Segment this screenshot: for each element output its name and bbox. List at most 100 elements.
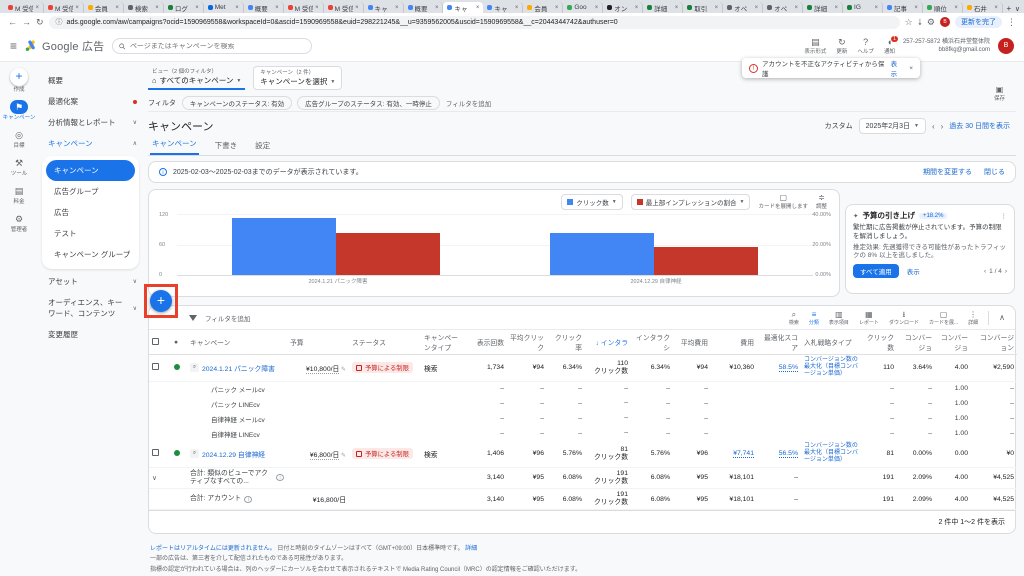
tab-キャンペーン[interactable]: キャンペーン xyxy=(150,138,199,155)
account-avatar[interactable]: B xyxy=(998,38,1014,54)
column-header[interactable]: クリック数 xyxy=(861,330,897,355)
tab-close-icon[interactable]: × xyxy=(914,5,918,11)
browser-tab[interactable]: M 受信 × xyxy=(44,2,84,13)
browser-tab[interactable]: Met × xyxy=(204,2,244,13)
header-action-bell[interactable]: ◖ 1 通知 xyxy=(884,35,898,55)
extensions-icon[interactable]: ⚙ xyxy=(927,17,935,28)
sidebar-subitem[interactable]: キャンペーン グループ xyxy=(42,244,139,265)
tab-close-icon[interactable]: × xyxy=(75,5,79,11)
toast-show-link[interactable]: 表示 xyxy=(891,58,904,78)
tab-close-icon[interactable]: × xyxy=(555,5,559,11)
adjust-control[interactable]: ≑ 調整 xyxy=(816,194,827,211)
budget-value[interactable]: ¥10,800/日 xyxy=(306,365,340,374)
search-input[interactable] xyxy=(129,42,306,50)
table-tool-6[interactable]: ▢ カードを展... xyxy=(929,310,958,326)
budget-value[interactable]: ¥6,800/日 xyxy=(309,451,340,460)
column-header[interactable]: 予算 xyxy=(287,330,349,355)
tab-close-icon[interactable]: × xyxy=(515,5,519,11)
browser-tab[interactable]: キャ × xyxy=(364,2,404,13)
menu-icon[interactable]: ≡ xyxy=(10,39,17,53)
optimization-score-link[interactable]: 58.5% xyxy=(778,364,798,373)
sidebar-item[interactable]: 分析情報とレポート ∨ xyxy=(38,112,143,133)
sidebar-subitem[interactable]: テスト xyxy=(42,223,139,244)
table-tool-2[interactable]: ≡ 分類 xyxy=(809,310,819,326)
footer-report-link[interactable]: レポートはリアルタイムには更新されません。 xyxy=(150,546,276,552)
column-header[interactable]: コンバージョ xyxy=(935,330,971,355)
browser-tab[interactable]: キャ × xyxy=(483,2,524,13)
metric-selector[interactable]: クリック数 ▼ xyxy=(561,194,623,210)
sidebar-item[interactable]: アセット ∨ xyxy=(38,271,143,292)
new-tab-button[interactable]: + xyxy=(1003,4,1015,13)
browser-tab[interactable]: キャ × xyxy=(443,2,484,13)
global-search[interactable] xyxy=(112,38,313,54)
browser-profile-avatar[interactable]: B xyxy=(940,17,950,27)
column-header[interactable] xyxy=(149,330,171,355)
bar-impr-share[interactable] xyxy=(654,247,758,275)
rail-item-campaign[interactable]: ⚑ キャンペーン xyxy=(3,100,35,121)
sidebar-item[interactable]: 変更履歴 xyxy=(38,324,143,345)
address-bar[interactable]: ⓘ ads.google.com/aw/campaigns?ocid=15909… xyxy=(48,15,900,29)
tab-close-icon[interactable]: × xyxy=(155,5,159,11)
browser-tab[interactable]: 会員 × xyxy=(84,2,124,13)
rail-item-tools[interactable]: ⚒ ツール xyxy=(10,156,28,177)
add-filter-link[interactable]: フィルタを追加 xyxy=(446,98,491,108)
browser-tab[interactable]: 概要 × xyxy=(244,2,284,13)
tab-close-icon[interactable]: × xyxy=(675,5,679,11)
view-button[interactable]: 表示 xyxy=(907,266,920,276)
tab-search-icon[interactable]: ∨ xyxy=(1015,5,1020,13)
browser-tab[interactable]: Goo × xyxy=(563,2,604,13)
column-header[interactable]: キャンペーン xyxy=(187,330,287,355)
table-tool-3[interactable]: ▥ 表示項目 xyxy=(829,310,849,326)
column-header[interactable]: 平均クリック xyxy=(507,330,547,355)
campaign-selector[interactable]: キャンペーン（2 件） キャンペーンを選択 ▼ xyxy=(253,66,343,90)
tab-close-icon[interactable]: × xyxy=(235,5,239,11)
sidebar-subitem[interactable]: 広告 xyxy=(42,202,139,223)
prev-date-icon[interactable]: ‹ xyxy=(932,122,935,131)
tab-下書き[interactable]: 下書き xyxy=(213,140,240,155)
footer-details-link[interactable]: 詳細 xyxy=(465,546,477,552)
browser-tab[interactable]: 順位 × xyxy=(923,2,963,13)
sidebar-item[interactable]: キャンペーン ∧ xyxy=(38,133,143,154)
forward-icon[interactable]: → xyxy=(22,17,31,27)
browser-tab[interactable]: 検索 × xyxy=(124,2,164,13)
table-tool-5[interactable]: ⭳ ダウンロード xyxy=(889,310,919,326)
browser-tab[interactable]: 詳細 × xyxy=(643,2,684,13)
sidebar-subitem[interactable]: キャンペーン xyxy=(46,160,135,181)
collapse-table-icon[interactable]: ∧ xyxy=(999,313,1005,322)
browser-tab[interactable]: 概要 × xyxy=(404,2,444,13)
bar-clicks[interactable] xyxy=(232,218,336,275)
bookmark-star-icon[interactable]: ☆ xyxy=(905,17,913,28)
column-header[interactable]: ● xyxy=(171,330,187,355)
downloads-icon[interactable]: ⭣ xyxy=(918,17,922,28)
show-30-days-link[interactable]: 過去 30 日間を表示 xyxy=(949,121,1010,131)
budget-limited-badge[interactable]: 予算による制限 xyxy=(352,362,413,374)
select-all-checkbox[interactable] xyxy=(152,337,159,345)
tab-close-icon[interactable]: × xyxy=(355,5,359,11)
tab-close-icon[interactable]: × xyxy=(435,5,439,11)
sidebar-item[interactable]: 最適化案 xyxy=(38,91,143,112)
bar-clicks[interactable] xyxy=(550,233,654,275)
rail-item-plus[interactable]: + 作成 xyxy=(10,68,28,93)
campaign-link[interactable]: 2024.1.21 パニック障害 xyxy=(202,363,275,373)
close-banner-link[interactable]: 閉じる xyxy=(984,167,1005,177)
table-tool-1[interactable]: ⌕ 検索 xyxy=(789,310,799,326)
sidebar-subitem[interactable]: 広告グループ xyxy=(42,181,139,202)
optimization-score-link[interactable]: 56.5% xyxy=(778,450,798,459)
tab-close-icon[interactable]: × xyxy=(954,5,958,11)
filter-chip[interactable]: 広告グループのステータス: 有効、一時停止 xyxy=(297,95,440,110)
column-header[interactable]: コンバージョン xyxy=(971,330,1017,355)
cost-link[interactable]: ¥7,741 xyxy=(733,450,754,459)
tab-close-icon[interactable]: × xyxy=(874,5,878,11)
view-selector[interactable]: ビュー（2 個のフィルタ） ⌂ すべてのキャンペーン ▼ xyxy=(148,66,246,90)
tab-close-icon[interactable]: × xyxy=(635,5,639,11)
expand-card-control[interactable]: ▢ カードを展開します xyxy=(758,194,808,211)
column-header[interactable]: クリック率 xyxy=(547,330,585,355)
pager-next-icon[interactable]: › xyxy=(1005,268,1007,275)
bar-impr-share[interactable] xyxy=(336,233,440,275)
date-picker[interactable]: 2025年2月3日 ▼ xyxy=(858,118,926,134)
pager-prev-icon[interactable]: ‹ xyxy=(984,268,986,275)
table-tool-4[interactable]: ▦ レポート xyxy=(859,310,879,326)
save-control[interactable]: ▣ 保存 xyxy=(994,86,1005,103)
column-header[interactable]: 費用 xyxy=(711,330,757,355)
tab-close-icon[interactable]: × xyxy=(395,5,399,11)
